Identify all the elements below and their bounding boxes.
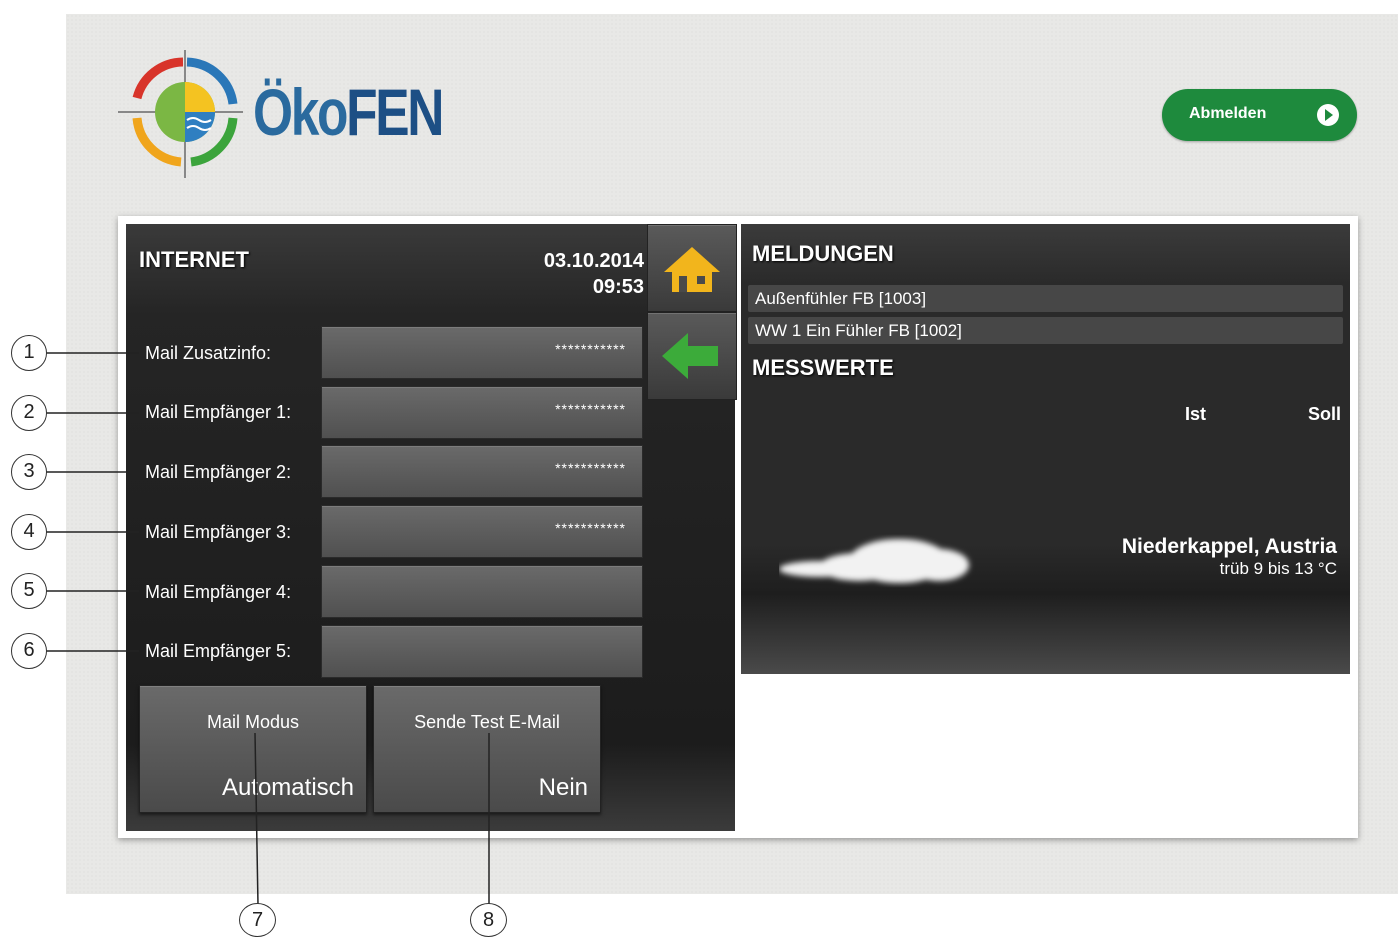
callout-6: 6 [11,633,47,669]
callout-8: 8 [470,903,507,937]
callout-lines [46,352,490,906]
callout-4: 4 [11,514,47,550]
callout-2: 2 [11,395,47,431]
callout-5: 5 [11,573,47,609]
callout-3: 3 [11,454,47,490]
callout-7: 7 [239,903,276,937]
callout-1: 1 [11,335,47,371]
